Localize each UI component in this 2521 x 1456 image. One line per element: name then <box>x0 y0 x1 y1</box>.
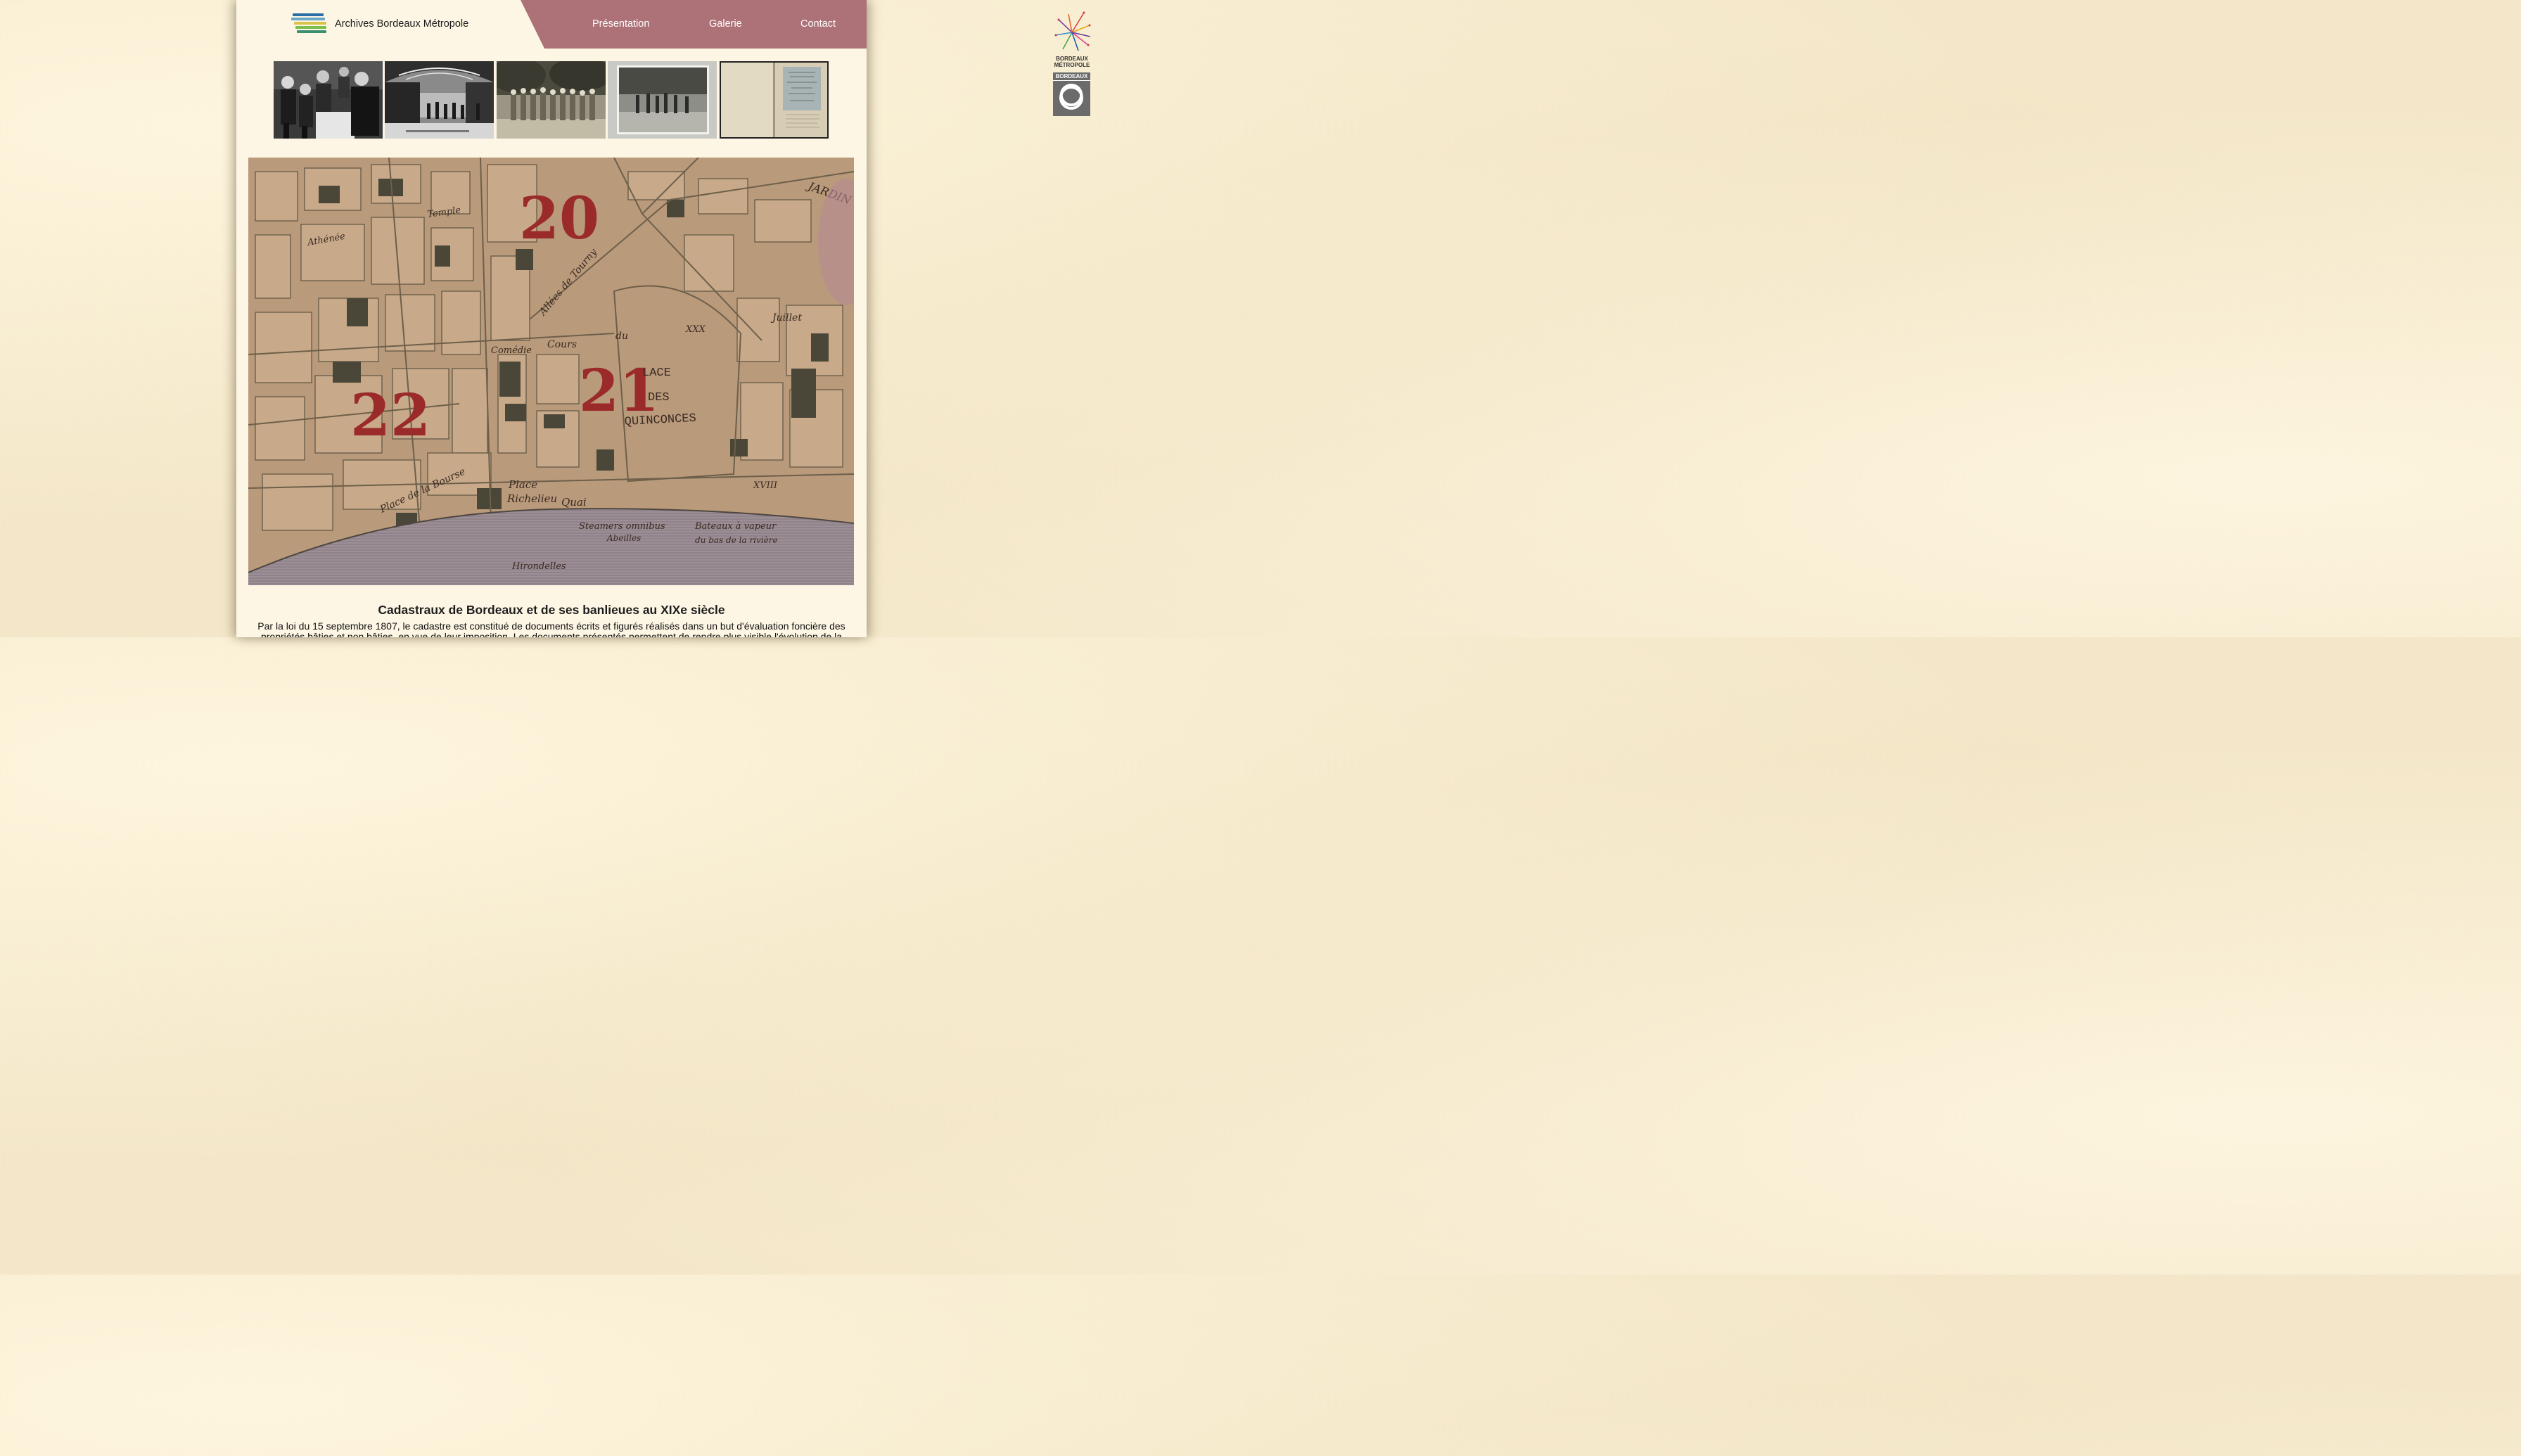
map-label-des: DES <box>648 391 670 404</box>
cadastral-map-icon: 20 21 22 LACE DES QUINCONCES Cours du XX… <box>248 158 854 585</box>
metropole-logo-text-1: BORDEAUX <box>1056 56 1088 62</box>
main-navigation: Présentation Galerie Contact <box>521 0 867 49</box>
photo-soldiers-outdoor-icon <box>497 61 606 139</box>
cadastral-map-image: 20 21 22 LACE DES QUINCONCES Cours du XX… <box>248 158 854 585</box>
page-container: Archives Bordeaux Métropole Présentation… <box>236 0 867 637</box>
map-label-bateaux: Bateaux à vapeur <box>694 521 777 532</box>
metropole-star-icon <box>1054 11 1091 51</box>
map-label-abeilles: Abeilles <box>606 533 641 543</box>
map-label-steamers-omnibus-1: Steamers omnibus <box>579 521 665 532</box>
map-label-xviii: XVIII <box>753 480 778 491</box>
map-label-richelieu: Richelieu <box>506 492 557 505</box>
bordeaux-crescents-icon <box>1059 83 1083 110</box>
map-label-xxx: XXX <box>685 324 706 335</box>
thumbnail-1[interactable] <box>274 61 383 139</box>
map-label-du: du <box>615 331 628 342</box>
photo-train-station-icon <box>385 61 494 139</box>
thumbnail-3[interactable] <box>497 61 606 139</box>
nav-item-galerie[interactable]: Galerie <box>709 18 742 30</box>
brand-name: Archives Bordeaux Métropole <box>335 18 469 30</box>
city-logo-text: BORDEAUX <box>1053 72 1090 81</box>
map-label-cours: Cours <box>547 339 577 350</box>
photo-open-register-document-icon <box>721 63 827 137</box>
thumbnail-4[interactable] <box>608 61 717 139</box>
thumbnail-5[interactable] <box>720 61 829 139</box>
map-label-lace: LACE <box>642 366 671 380</box>
map-label-20: 20 <box>519 185 599 253</box>
map-label-place: Place <box>508 478 537 491</box>
map-label-juillet: Juillet <box>770 312 802 324</box>
bordeaux-metropole-logo[interactable]: BORDEAUX MÉTROPOLE <box>1053 11 1091 68</box>
site-brand[interactable]: Archives Bordeaux Métropole <box>291 13 469 35</box>
article-title: Cadastraux de Bordeaux et de ses banlieu… <box>378 603 725 617</box>
map-label-quai: Quai <box>561 496 587 509</box>
metropole-logo-text-2: MÉTROPOLE <box>1054 62 1090 68</box>
archives-logo-icon <box>291 13 326 34</box>
photo-voting-scene-icon <box>274 61 383 139</box>
nav-item-presentation[interactable]: Présentation <box>592 18 649 30</box>
photo-mounted-print-soldiers-icon <box>608 61 717 139</box>
article-body: Par la loi du 15 septembre 1807, le cada… <box>257 620 845 638</box>
map-label-hirondelles: Hirondelles <box>511 561 566 572</box>
map-label-comedie: Comédie <box>491 345 532 356</box>
nav-item-contact[interactable]: Contact <box>800 18 836 30</box>
map-label-22: 22 <box>350 382 430 449</box>
bordeaux-city-logo[interactable]: BORDEAUX <box>1053 72 1090 116</box>
map-label-bas-riviere: du bas de la rivière <box>695 535 778 545</box>
thumbnail-2[interactable] <box>385 61 494 139</box>
